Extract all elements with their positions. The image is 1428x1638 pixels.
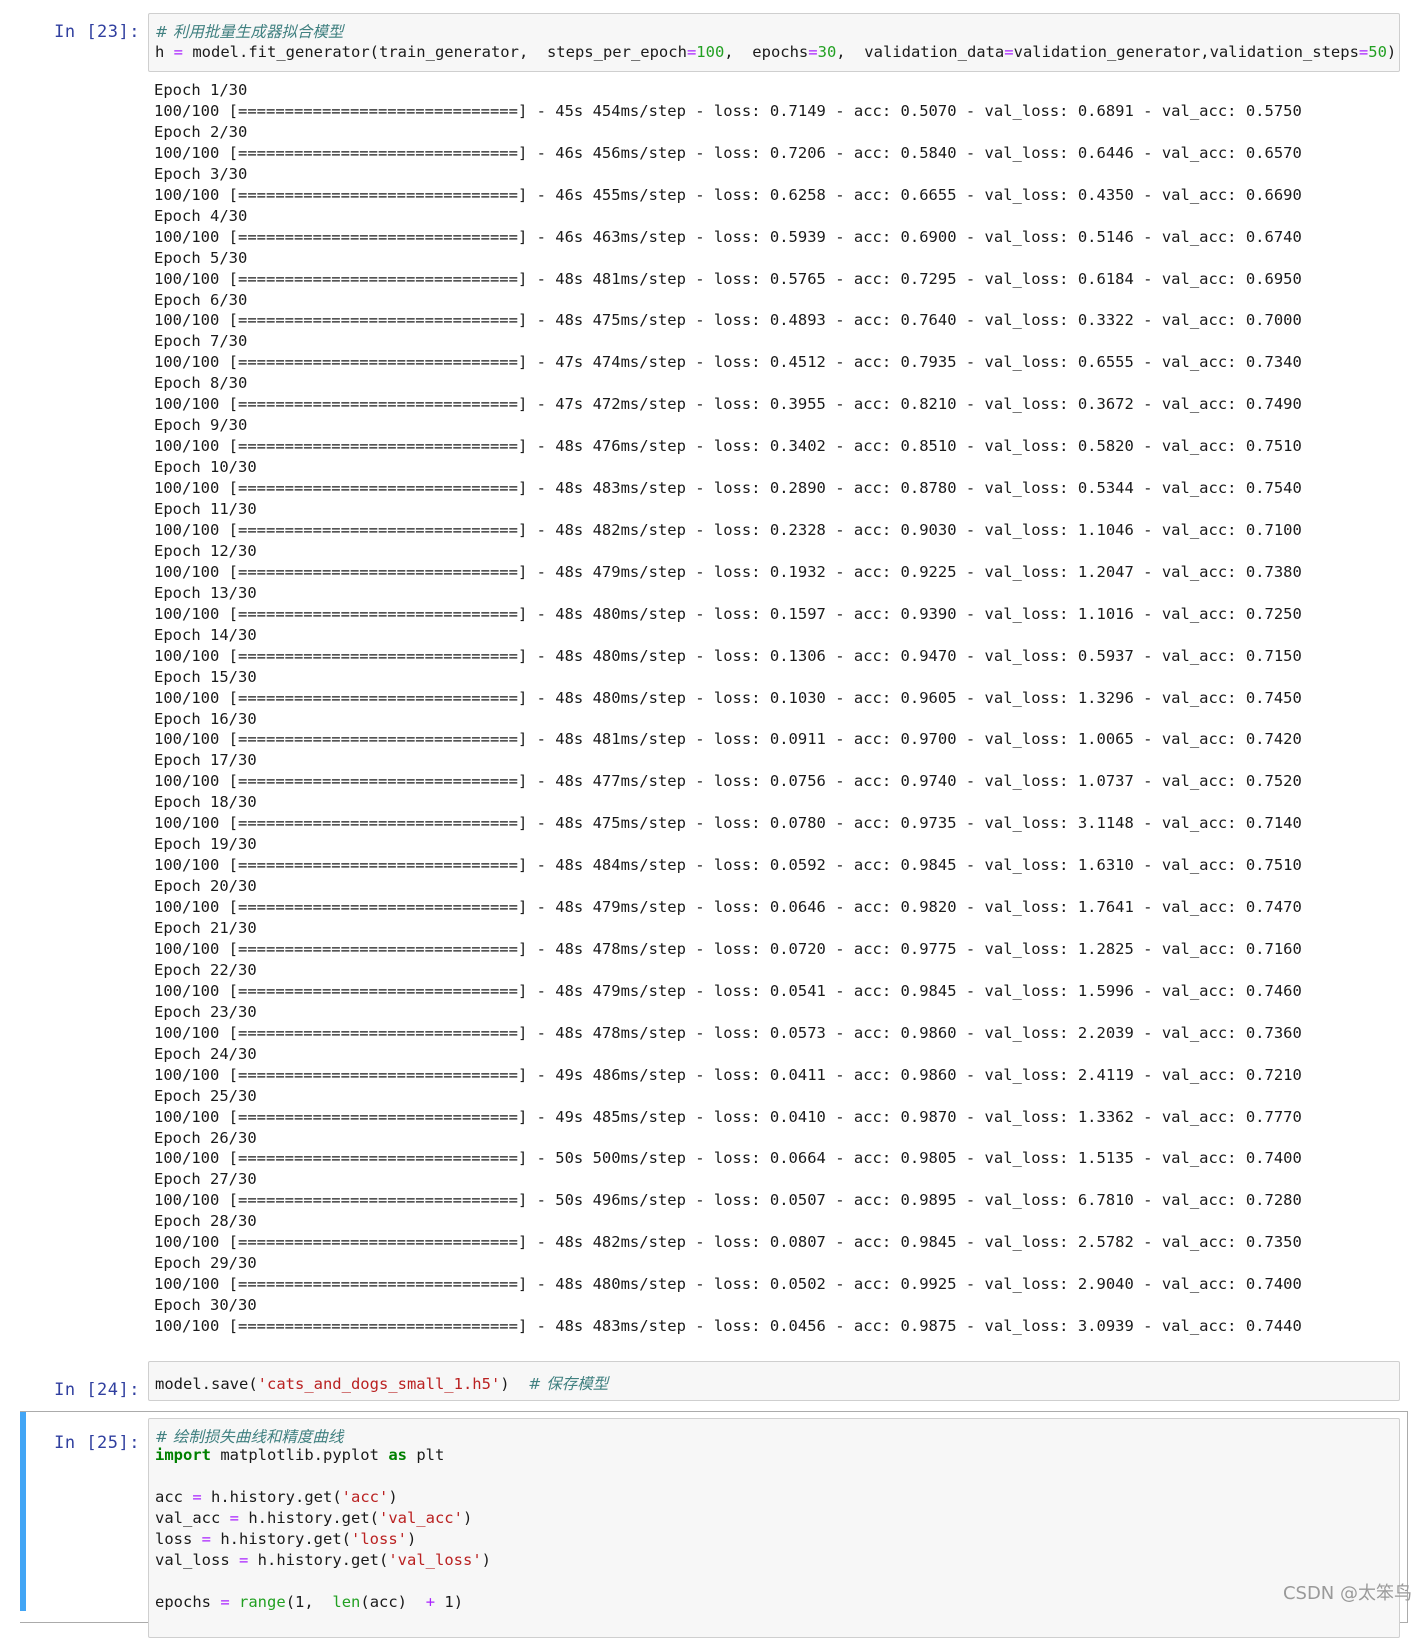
output-epoch-line: Epoch 3/30 [154,164,248,183]
output-epoch-line: Epoch 20/30 [154,877,257,896]
output-epoch-line: Epoch 6/30 [154,290,248,309]
code-line: epochs = range(1, len(acc) + 1) [155,1593,464,1611]
output-epoch-line: Epoch 5/30 [154,248,248,267]
output-progress-line: 100/100 [==============================]… [154,143,1302,162]
output-progress-line: 100/100 [==============================]… [154,1191,1302,1210]
cell-prompt: In [24]: [54,1380,140,1400]
code-cell-24[interactable]: In [24]: model.save('cats_and_dogs_small… [0,1356,1428,1401]
output-epoch-line: Epoch 14/30 [154,625,257,644]
output-progress-line: 100/100 [==============================]… [154,227,1302,246]
code-input[interactable]: # 绘制损失曲线和精度曲线 import matplotlib.pyplot a… [148,1418,1400,1638]
code-line: acc = h.history.get('acc') [155,1488,398,1506]
code-cell-23[interactable]: In [23]: # 利用批量生成器拟合模型 h = model.fit_gen… [0,0,1428,1335]
output-progress-line: 100/100 [==============================]… [154,101,1302,120]
output-epoch-line: Epoch 26/30 [154,1128,257,1147]
output-progress-line: 100/100 [==============================]… [154,939,1302,958]
output-progress-line: 100/100 [==============================]… [154,437,1302,456]
output-progress-line: 100/100 [==============================]… [154,604,1302,623]
output-epoch-line: Epoch 10/30 [154,458,257,477]
output-epoch-line: Epoch 4/30 [154,206,248,225]
output-progress-line: 100/100 [==============================]… [154,856,1302,875]
output-progress-line: 100/100 [==============================]… [154,185,1302,204]
code-line: val_acc = h.history.get('val_acc') [155,1509,473,1527]
output-progress-line: 100/100 [==============================]… [154,1275,1302,1294]
output-epoch-line: Epoch 28/30 [154,1212,257,1231]
output-epoch-line: Epoch 7/30 [154,332,248,351]
output-epoch-line: Epoch 13/30 [154,583,257,602]
output-epoch-line: Epoch 2/30 [154,122,248,141]
code-line: loss = h.history.get('loss') [155,1530,417,1548]
output-epoch-line: Epoch 21/30 [154,919,257,937]
output-progress-line: 100/100 [==============================]… [154,646,1302,665]
output-epoch-line: Epoch 24/30 [154,1044,257,1063]
output-epoch-line: Epoch 17/30 [154,751,257,770]
output-progress-line: 100/100 [==============================]… [154,311,1302,330]
output-progress-line: 100/100 [==============================]… [154,1065,1302,1084]
output-progress-line: 100/100 [==============================]… [154,814,1302,833]
code-line: model.save('cats_and_dogs_small_1.h5') #… [155,1375,609,1393]
output-progress-line: 100/100 [==============================]… [154,898,1302,917]
output-epoch-line: Epoch 16/30 [154,709,257,728]
output-epoch-line: Epoch 30/30 [154,1296,257,1315]
output-progress-line: 100/100 [==============================]… [154,269,1302,288]
code-input[interactable]: # 利用批量生成器拟合模型 h = model.fit_generator(tr… [148,13,1400,72]
output-progress-line: 100/100 [==============================]… [154,395,1302,414]
code-line: val_loss = h.history.get('val_loss') [155,1551,491,1569]
code-line: h = model.fit_generator(train_generator,… [155,43,1397,61]
code-line: import matplotlib.pyplot as plt [155,1446,445,1464]
output-progress-line: 100/100 [==============================]… [154,981,1302,1000]
output-progress-line: 100/100 [==============================]… [154,353,1302,372]
output-progress-line: 100/100 [==============================]… [154,772,1302,791]
output-epoch-line: Epoch 9/30 [154,416,248,435]
output-epoch-line: Epoch 15/30 [154,667,257,686]
code-comment: # 利用批量生成器拟合模型 [155,23,344,41]
code-input[interactable]: model.save('cats_and_dogs_small_1.h5') #… [148,1361,1400,1401]
code-comment: # 绘制损失曲线和精度曲线 [155,1428,344,1446]
output-progress-line: 100/100 [==============================]… [154,1317,1302,1336]
cell-prompt: In [23]: [54,22,140,42]
output-progress-line: 100/100 [==============================]… [154,1233,1302,1252]
cell-prompt: In [25]: [54,1433,140,1453]
output-progress-line: 100/100 [==============================]… [154,1107,1302,1126]
output-epoch-line: Epoch 11/30 [154,500,257,518]
code-cell-25[interactable]: In [25]: # 绘制损失曲线和精度曲线 import matplotlib… [0,1411,1428,1638]
output-epoch-line: Epoch 27/30 [154,1170,257,1189]
output-progress-line: 100/100 [==============================]… [154,730,1302,749]
output-epoch-line: Epoch 23/30 [154,1002,257,1021]
output-epoch-line: Epoch 22/30 [154,960,257,979]
watermark: CSDN @太笨鸟 [1282,1583,1412,1604]
output-epoch-line: Epoch 25/30 [154,1086,257,1105]
output-epoch-line: Epoch 19/30 [154,835,257,854]
output-progress-line: 100/100 [==============================]… [154,688,1302,707]
output-epoch-line: Epoch 18/30 [154,793,257,812]
output-progress-line: 100/100 [==============================]… [154,479,1302,498]
output-epoch-line: Epoch 12/30 [154,541,257,560]
output-epoch-line: Epoch 8/30 [154,374,248,393]
output-progress-line: 100/100 [==============================]… [154,520,1302,539]
output-epoch-line: Epoch 29/30 [154,1254,257,1273]
output-progress-line: 100/100 [==============================]… [154,1149,1302,1168]
output-epoch-line: Epoch 1/30 [154,81,248,99]
output-progress-line: 100/100 [==============================]… [154,562,1302,581]
output-progress-line: 100/100 [==============================]… [154,1023,1302,1042]
